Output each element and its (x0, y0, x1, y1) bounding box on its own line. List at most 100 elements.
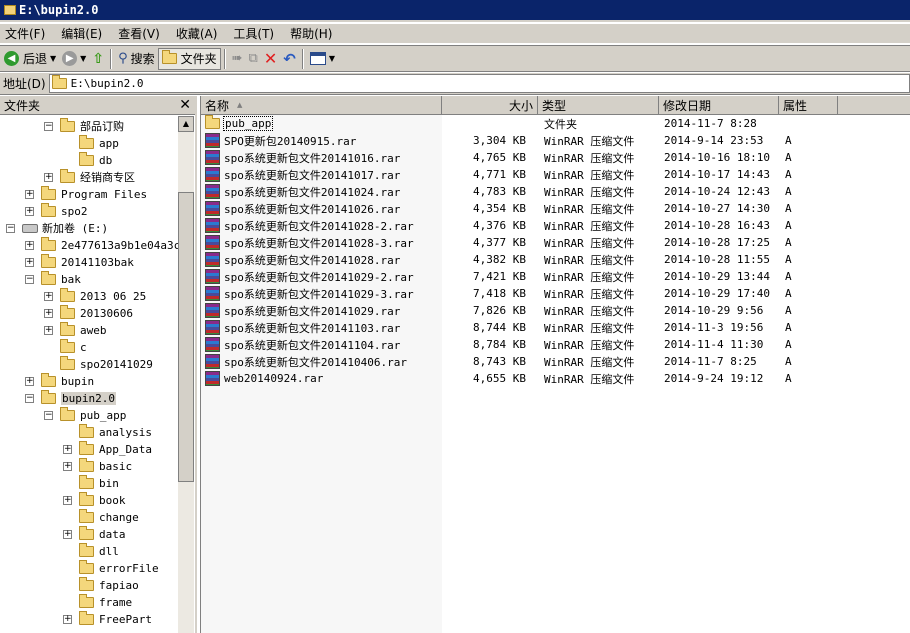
tree-node[interactable]: bak (41, 270, 81, 287)
tree-node[interactable]: bupin2.0 (41, 389, 116, 406)
file-row[interactable]: spo系统更新包文件20141028.rar 4,382 KB WinRAR 压缩文… (201, 251, 910, 268)
file-row[interactable]: spo系统更新包文件20141016.rar 4,765 KB WinRAR 压缩文… (201, 149, 910, 166)
menu-view[interactable]: 查看(V) (113, 25, 165, 42)
expand-icon[interactable]: + (25, 241, 34, 250)
tree-node[interactable]: spo20141029 (60, 355, 153, 372)
menu-file[interactable]: 文件(F) (0, 25, 50, 42)
undo-button[interactable]: ↶ (280, 48, 299, 70)
move-to-button[interactable]: ➠ (229, 48, 246, 70)
expand-icon[interactable]: + (63, 615, 72, 624)
folder-pane-header: 文件夹 ✕ (0, 96, 195, 115)
file-row[interactable]: spo系统更新包文件20141104.rar 8,784 KB WinRAR 压缩文… (201, 336, 910, 353)
back-button[interactable]: ◀ 后退 ▼ (1, 48, 59, 70)
file-row[interactable]: spo系统更新包文件20141028-2.rar 4,376 KB WinRAR 压… (201, 217, 910, 234)
delete-button[interactable]: ✕ (261, 48, 280, 70)
tree-node[interactable]: book (79, 491, 126, 508)
up-folder-button[interactable]: ⇧ (89, 48, 107, 70)
tree-node[interactable]: bin (79, 474, 119, 491)
dropdown-arrow-icon[interactable]: ▼ (50, 54, 56, 63)
collapse-icon[interactable]: − (6, 224, 15, 233)
expand-icon[interactable]: + (63, 445, 72, 454)
tree-node-label: 2013 06 25 (80, 289, 147, 303)
expand-icon[interactable]: + (44, 309, 53, 318)
close-icon[interactable]: ✕ (179, 97, 191, 113)
menu-favorites[interactable]: 收藏(A) (171, 25, 223, 42)
column-header-attributes[interactable]: 属性 (779, 96, 838, 114)
expand-icon[interactable]: + (25, 377, 34, 386)
collapse-icon[interactable]: − (44, 411, 53, 420)
tree-node[interactable]: 20141103bak (41, 253, 134, 270)
expand-icon[interactable]: + (63, 530, 72, 539)
file-row[interactable]: spo系统更新包文件20141026.rar 4,354 KB WinRAR 压缩文… (201, 200, 910, 217)
tree-node[interactable]: dll (79, 542, 119, 559)
tree-node[interactable]: FreePart (79, 610, 152, 627)
column-header-type[interactable]: 类型 (538, 96, 659, 114)
collapse-icon[interactable]: − (25, 275, 34, 284)
copy-to-button[interactable]: ⧉ (246, 48, 261, 70)
address-input[interactable]: E:\bupin2.0 (48, 74, 910, 93)
folder-icon (79, 576, 94, 591)
tree-node[interactable]: 经销商专区 (60, 168, 135, 185)
tree-node[interactable]: frame (79, 593, 132, 610)
expand-icon[interactable]: + (44, 326, 53, 335)
tree-node[interactable]: change (79, 508, 139, 525)
tree-node[interactable]: bupin (41, 372, 94, 389)
column-header-modified[interactable]: 修改日期 (659, 96, 779, 114)
expand-icon[interactable]: + (25, 207, 34, 216)
file-row[interactable]: spo系统更新包文件201410406.rar 8,743 KB WinRAR 压缩… (201, 353, 910, 370)
file-row[interactable]: spo系统更新包文件20141029-3.rar 7,418 KB WinRAR 压… (201, 285, 910, 302)
menu-edit[interactable]: 编辑(E) (56, 25, 107, 42)
file-type: WinRAR 压缩文件 (544, 134, 635, 148)
tree-node[interactable]: App_Data (79, 440, 152, 457)
file-row[interactable]: spo系统更新包文件20141024.rar 4,783 KB WinRAR 压缩文… (201, 183, 910, 200)
scroll-thumb[interactable] (178, 192, 194, 482)
file-row[interactable]: pub_app 文件夹 2014-11-7 8:28 (201, 115, 910, 132)
menu-tools[interactable]: 工具(T) (228, 25, 279, 42)
search-button[interactable]: ⚲ 搜索 (115, 48, 158, 70)
tree-node[interactable]: aweb (60, 321, 107, 338)
scroll-up-icon[interactable]: ▲ (178, 116, 194, 132)
folders-button[interactable]: 文件夹 (157, 47, 221, 70)
column-header-size[interactable]: 大小 (442, 96, 538, 114)
menu-help[interactable]: 帮助(H) (285, 25, 337, 42)
views-button[interactable]: ▼ (307, 48, 338, 70)
tree-node[interactable]: basic (79, 457, 132, 474)
tree-node[interactable]: errorFile (79, 559, 159, 576)
expand-icon[interactable]: + (25, 258, 34, 267)
tree-node[interactable]: c (60, 338, 87, 355)
file-row[interactable]: spo系统更新包文件20141029.rar 7,826 KB WinRAR 压缩文… (201, 302, 910, 319)
expand-icon[interactable]: + (63, 462, 72, 471)
tree-node[interactable]: app (79, 134, 119, 151)
tree-node[interactable]: 2013 06 25 (60, 287, 147, 304)
collapse-icon[interactable]: − (25, 394, 34, 403)
expand-icon[interactable]: + (44, 173, 53, 182)
file-row[interactable]: spo系统更新包文件20141028-3.rar 4,377 KB WinRAR 压… (201, 234, 910, 251)
tree-node[interactable]: 2e477613a9b1e04a3c04 (41, 236, 178, 253)
collapse-icon[interactable]: − (44, 122, 53, 131)
tree-node[interactable]: 新加卷 (E:) (22, 220, 108, 236)
file-row[interactable]: spo系统更新包文件20141029-2.rar 7,421 KB WinRAR 压… (201, 268, 910, 285)
tree-node[interactable]: Program Files (41, 185, 147, 202)
file-row[interactable]: spo系统更新包文件20141017.rar 4,771 KB WinRAR 压缩文… (201, 166, 910, 183)
tree-node[interactable]: 部品订购 (60, 117, 124, 134)
tree-node[interactable]: pub_app (60, 406, 126, 423)
expand-icon[interactable]: + (44, 292, 53, 301)
column-header-name[interactable]: 名称 ▲ (201, 96, 442, 114)
tree-node[interactable]: spo2 (41, 202, 88, 219)
file-type: WinRAR 压缩文件 (544, 270, 635, 284)
expand-icon[interactable]: + (63, 496, 72, 505)
vertical-scrollbar[interactable]: ▲ (178, 116, 194, 633)
tree-node[interactable]: data (79, 525, 126, 542)
file-row[interactable]: SPO更新包20140915.rar 3,304 KB WinRAR 压缩文件 201… (201, 132, 910, 149)
file-row[interactable]: web20140924.rar 4,655 KB WinRAR 压缩文件 2014-9… (201, 370, 910, 387)
tree-node[interactable]: 20130606 (60, 304, 133, 321)
tree-node[interactable]: analysis (79, 423, 152, 440)
tree-node[interactable]: fapiao (79, 576, 139, 593)
dropdown-arrow-icon[interactable]: ▼ (329, 54, 335, 63)
expand-icon[interactable]: + (25, 190, 34, 199)
tree-node[interactable]: db (79, 151, 112, 168)
toolbar-separator (301, 48, 304, 69)
dropdown-arrow-icon[interactable]: ▼ (80, 54, 86, 63)
file-row[interactable]: spo系统更新包文件20141103.rar 8,744 KB WinRAR 压缩文… (201, 319, 910, 336)
forward-button[interactable]: ▶ ▼ (59, 48, 89, 70)
